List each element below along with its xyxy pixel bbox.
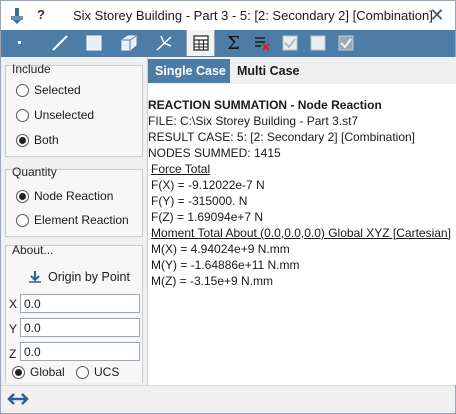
radio-circle (16, 108, 29, 122)
quantity-title: Quantity (12, 165, 57, 179)
node-button[interactable] (5, 30, 34, 56)
radio-circle (16, 83, 29, 97)
support-icon (155, 35, 172, 51)
report-heading: REACTION SUMMATION - Node Reaction (148, 98, 382, 112)
title-bar: ? Six Storey Building - Part 3 - 5: [2: … (1, 1, 455, 30)
radio-circle (16, 189, 29, 203)
y-label: Y (9, 322, 18, 336)
results-pane: Single Case Multi Case REACTION SUMMATIO… (147, 57, 456, 385)
include-both-radio[interactable]: Both (16, 132, 59, 148)
report-nodes-summed: NODES SUMMED: 1415 (148, 146, 281, 160)
checkbox-filled-icon (338, 35, 353, 51)
solid-button[interactable] (114, 30, 143, 56)
sum-icon: Σ (227, 32, 240, 54)
beam-button[interactable] (45, 30, 74, 56)
moment-total-heading: Moment Total About (0.0,0.0,0.0) Global … (151, 226, 451, 240)
force-total-heading: Force Total (151, 162, 211, 176)
include-unselected-radio[interactable]: Unselected (16, 107, 94, 123)
checkbox-checked-icon (282, 35, 297, 51)
global-label: Global (30, 365, 65, 379)
report-text-area[interactable]: REACTION SUMMATION - Node Reaction FILE:… (148, 84, 456, 385)
force-x-value: F(X) = -9.12022e-7 N (151, 178, 265, 192)
node-reaction-label: Node Reaction (34, 189, 114, 203)
node-icon (17, 41, 21, 44)
about-title: About... (12, 243, 54, 257)
moment-y-value: M(Y) = -1.64886e+11 N.mm (151, 258, 300, 272)
toolbar: Σ (1, 30, 455, 57)
include-selected-radio[interactable]: Selected (16, 82, 81, 98)
tab-single-case[interactable]: Single Case (148, 59, 233, 83)
reaction-summation-window: ? Six Storey Building - Part 3 - 5: [2: … (0, 0, 456, 414)
include-selected-label: Selected (34, 83, 81, 97)
tab-multi-case[interactable]: Multi Case (230, 59, 307, 83)
case-tabs: Single Case Multi Case (148, 57, 456, 84)
plate-button[interactable] (79, 30, 108, 56)
delete-button[interactable] (247, 30, 276, 56)
z-label: Z (9, 347, 17, 361)
sum-button[interactable]: Σ (219, 30, 248, 56)
global-radio[interactable]: Global (12, 364, 65, 380)
checkbox-empty-icon (310, 35, 325, 51)
report-result-case: RESULT CASE: 5: [2: Secondary 2] [Combin… (148, 130, 416, 144)
select-all-button[interactable] (275, 30, 304, 56)
x-label: X (9, 297, 18, 311)
radio-circle (12, 365, 25, 379)
element-reaction-radio[interactable]: Element Reaction (16, 212, 129, 228)
moment-x-value: M(X) = 4.94024e+9 N.mm (151, 242, 290, 256)
radio-circle (16, 133, 29, 147)
y-coordinate-input[interactable] (20, 318, 140, 337)
ucs-label: UCS (94, 365, 120, 379)
table-button[interactable] (186, 30, 215, 56)
element-reaction-label: Element Reaction (34, 213, 129, 227)
include-group: Include Selected Unselected Both (5, 62, 143, 157)
x-coordinate-input[interactable] (20, 294, 140, 313)
ucs-radio[interactable]: UCS (76, 364, 119, 380)
delete-icon (254, 37, 270, 51)
moment-z-value: M(Z) = -3.15e+9 N.mm (151, 274, 274, 288)
force-z-value: F(Z) = 1.69094e+7 N (151, 210, 264, 224)
window-title: Six Storey Building - Part 3 - 5: [2: Se… (73, 8, 433, 23)
plate-icon (86, 35, 101, 51)
include-title: Include (12, 62, 51, 76)
report-file: FILE: C:\Six Storey Building - Part 3.st… (148, 114, 359, 128)
app-icon (11, 8, 23, 24)
select-none-button[interactable] (303, 30, 332, 56)
z-coordinate-input[interactable] (20, 342, 140, 361)
table-icon (192, 35, 209, 51)
include-both-label: Both (34, 133, 59, 147)
solid-icon (121, 35, 136, 51)
quantity-group: Quantity Node Reaction Element Reaction (5, 165, 143, 237)
swap-arrows-icon[interactable] (7, 391, 29, 407)
help-button[interactable]: ? (34, 6, 48, 24)
toggle-selection-button[interactable] (331, 30, 360, 56)
force-y-value: F(Y) = -315000. N (151, 194, 248, 208)
download-arrow-icon (29, 271, 41, 283)
support-button[interactable] (149, 30, 178, 56)
origin-by-point-button[interactable]: Origin by Point (28, 270, 130, 284)
status-bar (1, 385, 455, 413)
radio-circle (76, 365, 89, 379)
options-pane: Include Selected Unselected Both Quantit… (1, 57, 147, 385)
origin-by-point-label: Origin by Point (48, 270, 130, 284)
about-group: About... Origin by Point X Y Z (5, 243, 143, 383)
node-reaction-radio[interactable]: Node Reaction (16, 188, 113, 204)
include-unselected-label: Unselected (34, 108, 95, 122)
beam-icon (51, 35, 68, 51)
close-button[interactable]: ✕ (427, 5, 447, 25)
radio-circle (16, 213, 29, 227)
